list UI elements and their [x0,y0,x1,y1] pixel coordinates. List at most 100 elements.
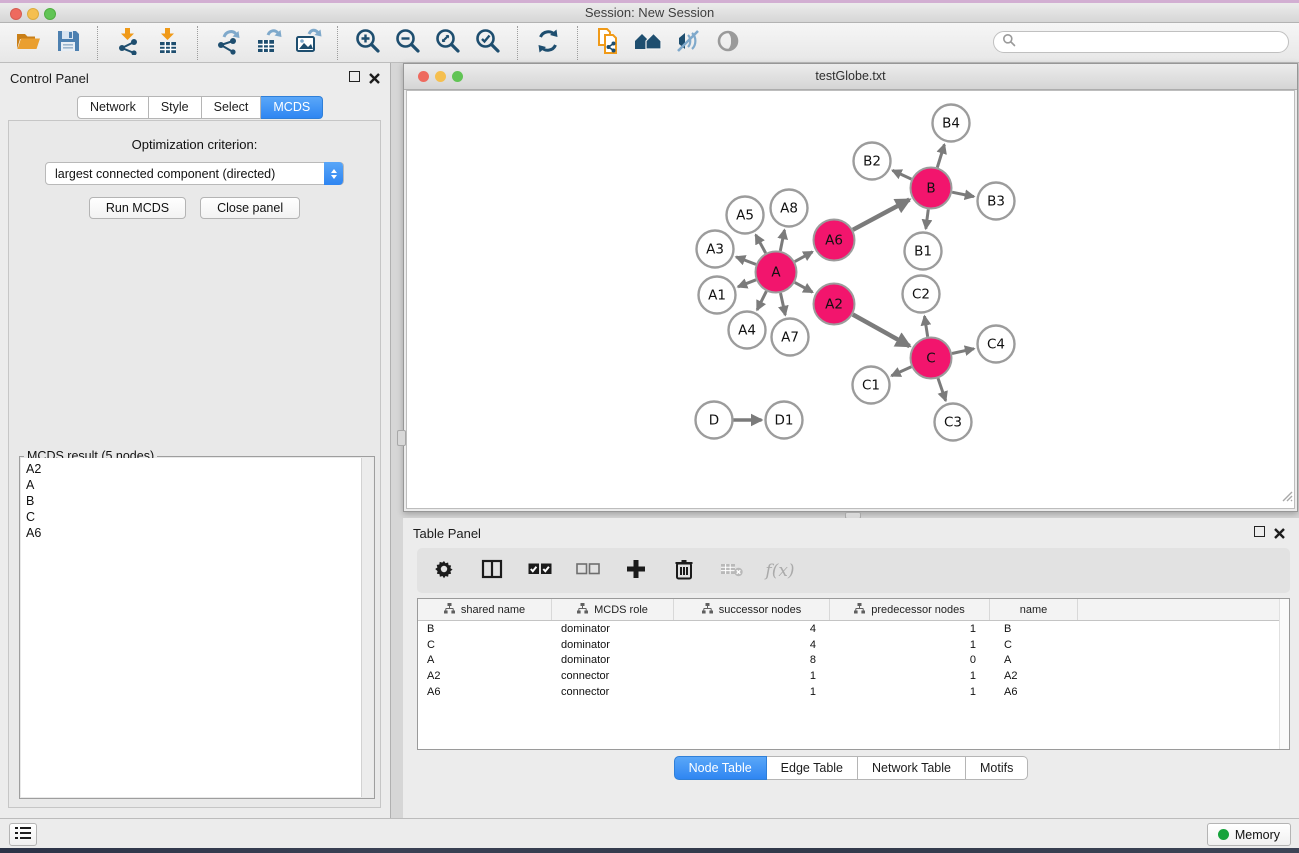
show-graphics-button[interactable] [710,26,746,60]
open-session-button[interactable] [10,26,46,60]
close-panel-icon[interactable] [369,71,380,82]
graph-node-C1[interactable]: C1 [853,367,890,404]
vertical-divider-handle[interactable] [397,430,406,446]
graph-edge-C-C3[interactable] [938,378,946,400]
table-row[interactable]: Cdominator41C [418,637,1289,653]
tab-network-table[interactable]: Network Table [858,756,966,780]
clone-network-button[interactable] [590,26,626,60]
table-settings-button[interactable] [431,558,457,584]
graph-edge-C-C1[interactable] [892,367,912,376]
float-table-panel-icon[interactable] [1254,526,1265,537]
memory-button[interactable]: Memory [1207,823,1291,846]
home-views-button[interactable] [630,26,666,60]
save-session-button[interactable] [50,26,86,60]
tab-node-table[interactable]: Node Table [674,756,767,780]
graph-edge-A-A2[interactable] [795,282,813,292]
close-panel-button[interactable]: Close panel [200,197,300,219]
table-row[interactable]: Bdominator41B [418,621,1289,637]
graph-edge-A-A5[interactable] [756,235,766,253]
tab-select[interactable]: Select [202,96,262,119]
table-row[interactable]: A6connector11A6 [418,684,1289,700]
column-panel-button[interactable] [479,558,505,584]
tab-network[interactable]: Network [77,96,149,119]
graph-node-C3[interactable]: C3 [935,404,972,441]
task-history-button[interactable] [9,823,37,846]
tab-style[interactable]: Style [149,96,202,119]
delete-column-button[interactable] [671,558,697,584]
mcds-result-item[interactable]: A [26,477,362,493]
graph-edge-B-B1[interactable] [926,209,929,228]
tab-motifs[interactable]: Motifs [966,756,1028,780]
search-box[interactable] [993,31,1289,53]
export-table-button[interactable] [250,26,286,60]
graph-node-C4[interactable]: C4 [978,326,1015,363]
table-row[interactable]: A2connector11A2 [418,668,1289,684]
import-network-button[interactable] [110,26,146,60]
zoom-selected-button[interactable] [470,26,506,60]
result-scrollbar[interactable] [361,458,373,797]
tab-edge-table[interactable]: Edge Table [767,756,858,780]
graph-edge-A-A8[interactable] [780,230,784,251]
mcds-result-item[interactable]: A2 [26,461,362,477]
graph-node-C2[interactable]: C2 [903,276,940,313]
graph-edge-B-B4[interactable] [937,145,944,168]
table-row[interactable]: Adominator80A [418,652,1289,668]
network-graph[interactable]: B4B2BB3A5A8A6A3B1AA1C2A2A4A7C4CC1DD1C3 [407,91,1296,510]
graph-node-D[interactable]: D [696,402,733,439]
graph-node-B4[interactable]: B4 [933,105,970,142]
float-panel-icon[interactable] [349,71,360,82]
graph-node-A[interactable]: A [756,252,797,293]
graph-edge-A6-B[interactable] [853,200,910,230]
select-all-button[interactable] [527,558,553,584]
hide-neighbors-button[interactable] [670,26,706,60]
graph-edge-A-A4[interactable] [757,291,766,310]
graph-edge-A-A3[interactable] [736,257,756,265]
column-header-predecessor-nodes[interactable]: predecessor nodes [830,599,990,620]
graph-node-A6[interactable]: A6 [814,220,855,261]
graph-edge-A2-C[interactable] [853,315,910,347]
graph-edge-C-C2[interactable] [925,316,928,337]
graph-node-A3[interactable]: A3 [697,231,734,268]
delete-table-button[interactable] [719,558,745,584]
search-input[interactable] [1020,33,1288,51]
run-mcds-button[interactable]: Run MCDS [89,197,186,219]
tab-mcds[interactable]: MCDS [261,96,323,119]
export-image-button[interactable] [290,26,326,60]
graph-node-B1[interactable]: B1 [905,233,942,270]
graph-edge-C-C4[interactable] [952,349,974,354]
column-header-successor-nodes[interactable]: successor nodes [674,599,830,620]
graph-node-A2[interactable]: A2 [814,284,855,325]
column-header-MCDS-role[interactable]: MCDS role [552,599,674,620]
close-table-panel-icon[interactable] [1274,526,1285,537]
export-network-button[interactable] [210,26,246,60]
column-header-name[interactable]: name [990,599,1078,620]
zoom-in-button[interactable] [350,26,386,60]
add-column-button[interactable] [623,558,649,584]
mcds-result-item[interactable]: B [26,493,362,509]
graph-node-D1[interactable]: D1 [766,402,803,439]
graph-node-A8[interactable]: A8 [771,190,808,227]
criterion-dropdown[interactable]: largest connected component (directed) [45,162,344,185]
graph-node-B2[interactable]: B2 [854,143,891,180]
graph-edge-B-B3[interactable] [952,192,974,196]
window-resize-grip[interactable] [1279,488,1293,507]
mcds-result-item[interactable]: A6 [26,525,362,541]
graph-node-A4[interactable]: A4 [729,312,766,349]
graph-node-C[interactable]: C [911,338,952,379]
column-header-shared-name[interactable]: shared name [418,599,552,620]
zoom-fit-button[interactable] [430,26,466,60]
deselect-all-button[interactable] [575,558,601,584]
network-canvas[interactable]: B4B2BB3A5A8A6A3B1AA1C2A2A4A7C4CC1DD1C3 [406,90,1295,509]
mcds-result-item[interactable]: C [26,509,362,525]
graph-node-B3[interactable]: B3 [978,183,1015,220]
graph-edge-A-A6[interactable] [795,252,813,262]
graph-edge-A-A7[interactable] [781,293,786,315]
table-scrollbar[interactable] [1279,599,1289,749]
import-table-button[interactable] [150,26,186,60]
graph-node-A1[interactable]: A1 [699,277,736,314]
refresh-layout-button[interactable] [530,26,566,60]
graph-node-A7[interactable]: A7 [772,319,809,356]
graph-node-A5[interactable]: A5 [727,197,764,234]
function-builder-button[interactable]: f(x) [767,558,793,584]
graph-edge-A-A1[interactable] [738,280,756,287]
